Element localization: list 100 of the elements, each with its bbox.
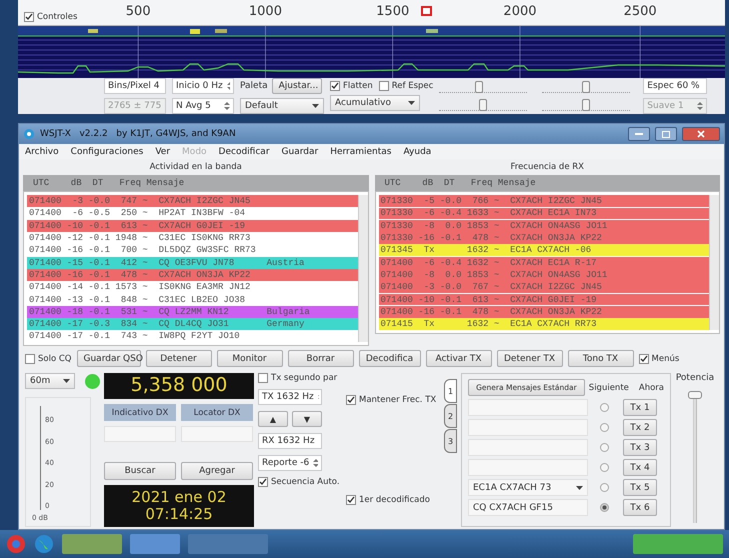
spectrum-spinbox[interactable]: Espec 60 % bbox=[643, 78, 708, 94]
browser-icon[interactable] bbox=[6, 534, 26, 554]
controls-checkbox[interactable]: Controles bbox=[24, 12, 78, 22]
next-header: Siguiente bbox=[588, 382, 629, 393]
panel-title: Actividad en la banda bbox=[148, 161, 243, 174]
check-icon bbox=[259, 478, 267, 486]
average-spinbox[interactable]: N Avg 5 bbox=[172, 98, 234, 114]
frequency-label: 1000 bbox=[248, 4, 282, 19]
scrollbar[interactable] bbox=[709, 195, 719, 330]
menus-checkbox[interactable]: Menús bbox=[638, 354, 680, 364]
menu-item[interactable]: Herramientas bbox=[330, 146, 392, 157]
power-slider-thumb[interactable] bbox=[688, 391, 702, 400]
first-decode-checkbox[interactable]: 1er decodificado bbox=[346, 495, 440, 506]
report-spinbox[interactable]: Reporte -6 bbox=[258, 455, 322, 472]
message-field[interactable]: CQ CX7ACH GF15 bbox=[468, 499, 588, 516]
slider-track[interactable] bbox=[542, 99, 630, 111]
tx-button[interactable]: Tx 2 bbox=[623, 419, 657, 436]
down-button[interactable]: ▼ bbox=[292, 411, 322, 428]
tx-button[interactable]: Tx 1 bbox=[623, 399, 657, 416]
check-icon bbox=[347, 396, 355, 404]
tx-button[interactable]: Tx 6 bbox=[623, 499, 657, 516]
menu-item[interactable]: Configuraciones bbox=[70, 146, 144, 157]
toolbar-button[interactable]: Decodifica bbox=[358, 350, 420, 368]
tab[interactable]: 3 bbox=[444, 429, 457, 454]
menu-item[interactable]: Decodificar bbox=[218, 146, 270, 157]
status-dot bbox=[85, 374, 100, 389]
palette-select[interactable]: Default bbox=[240, 98, 324, 114]
toolbar-button[interactable]: Guardar QSO bbox=[76, 350, 140, 368]
tx-button[interactable]: Tx 5 bbox=[623, 479, 657, 496]
next-radio[interactable] bbox=[600, 483, 609, 492]
next-radio[interactable] bbox=[600, 503, 609, 512]
taskbar-item[interactable] bbox=[188, 534, 268, 554]
menu-item[interactable]: Archivo bbox=[25, 146, 59, 157]
band-select[interactable]: 60m bbox=[25, 373, 75, 390]
cq-only-checkbox[interactable]: Solo CQ bbox=[25, 354, 72, 364]
tx-frequency-spinbox[interactable]: TX 1632 Hz bbox=[258, 389, 322, 406]
toolbar-button[interactable]: Borrar bbox=[288, 350, 354, 368]
message-row[interactable]: 071415 Tx 1632 ~ EC1A CX7ACH RR73 bbox=[378, 318, 709, 330]
check-icon bbox=[347, 496, 355, 504]
menu-item[interactable]: Guardar bbox=[282, 146, 318, 157]
window-title: WSJT-X v2.2.2 by K1JT, G4WJS, and K9AN bbox=[40, 129, 237, 140]
slider-thumb[interactable] bbox=[582, 81, 590, 93]
lookup-button[interactable]: Buscar bbox=[104, 462, 176, 480]
check-icon bbox=[640, 354, 648, 363]
slider-thumb[interactable] bbox=[479, 99, 488, 111]
scrollbar[interactable] bbox=[358, 195, 368, 342]
spin-arrows-icon bbox=[697, 101, 704, 111]
next-radio[interactable] bbox=[600, 443, 609, 452]
check-icon bbox=[331, 82, 339, 90]
message-row[interactable]: 071400 -17 -0.3 834 ~ CQ DL4CQ JO31 Germany bbox=[27, 318, 358, 330]
menu-item[interactable]: Ver bbox=[155, 146, 170, 157]
slider-track[interactable] bbox=[439, 81, 528, 93]
next-radio[interactable] bbox=[600, 403, 609, 412]
toolbar-button[interactable]: Tono TX bbox=[568, 350, 634, 368]
tx-even-checkbox[interactable]: Tx segundo par bbox=[258, 373, 342, 384]
toolbar-button[interactable]: Monitor bbox=[216, 350, 282, 368]
globe-icon[interactable] bbox=[34, 534, 54, 554]
tab[interactable]: 1 bbox=[444, 379, 457, 404]
frequency-label: 2500 bbox=[624, 4, 657, 19]
rx-frequency-spinbox[interactable]: RX 1632 Hz bbox=[258, 433, 322, 450]
mode-select[interactable]: Acumulativo bbox=[330, 95, 420, 111]
add-button[interactable]: Agregar bbox=[181, 462, 253, 480]
message-row[interactable]: 071400 -15 -0.1 412 ~ CQ OE3FVU JN78 Austria bbox=[27, 256, 358, 269]
taskbar-item[interactable] bbox=[633, 534, 723, 554]
palette-label: Paleta bbox=[240, 81, 268, 91]
tab[interactable]: 2 bbox=[444, 404, 457, 428]
maximize-button[interactable] bbox=[655, 127, 677, 142]
spin-arrows-icon bbox=[313, 458, 318, 468]
slider-track[interactable] bbox=[542, 81, 630, 93]
table-header: UTC dB DT Freq Mensaje bbox=[374, 175, 720, 192]
tx-button[interactable]: Tx 4 bbox=[623, 459, 657, 476]
frequency-display: 5,358 000 bbox=[104, 373, 254, 400]
flatten-checkbox[interactable]: Flatten bbox=[330, 81, 373, 91]
toolbar-button[interactable]: Detener TX bbox=[496, 350, 562, 368]
dx-locator-label: Locator DX bbox=[181, 404, 253, 422]
hold-tx-checkbox[interactable]: Mantener Frec. TX bbox=[346, 395, 440, 406]
start-spinbox[interactable]: Inicio 0 Hz bbox=[172, 78, 234, 94]
check-icon bbox=[25, 13, 33, 21]
close-button[interactable] bbox=[682, 127, 720, 142]
toolbar-button[interactable]: Detener bbox=[146, 350, 212, 368]
tx-button[interactable]: Tx 3 bbox=[623, 439, 657, 456]
slider-thumb[interactable] bbox=[474, 81, 483, 93]
taskbar-item[interactable] bbox=[130, 534, 180, 554]
menu-item[interactable]: Ayuda bbox=[404, 146, 432, 157]
bins-spinbox[interactable]: Bins/Pixel 4 bbox=[104, 78, 166, 94]
message-row[interactable]: 071345 Tx 1632 ~ EC1A CX7ACH -06 bbox=[378, 244, 709, 256]
clock-display: 2021 ene 02 07:14:25 bbox=[104, 485, 254, 528]
slider-thumb[interactable] bbox=[582, 99, 590, 111]
slider-track[interactable] bbox=[439, 99, 528, 111]
up-button[interactable]: ▲ bbox=[258, 411, 288, 428]
minimize-button[interactable] bbox=[628, 127, 650, 142]
toolbar-button[interactable]: Activar TX bbox=[426, 350, 492, 368]
taskbar-item[interactable] bbox=[62, 534, 122, 554]
ref-spec-checkbox[interactable]: Ref Espec bbox=[378, 81, 434, 91]
tx-frequency-marker bbox=[420, 6, 432, 16]
adjust-button[interactable]: Ajustar... bbox=[272, 78, 322, 94]
auto-sequence-checkbox[interactable]: Secuencia Auto. bbox=[258, 477, 342, 488]
next-radio[interactable] bbox=[600, 423, 609, 432]
next-radio[interactable] bbox=[600, 463, 609, 472]
message-select[interactable]: EC1A CX7ACH 73 bbox=[468, 479, 588, 496]
